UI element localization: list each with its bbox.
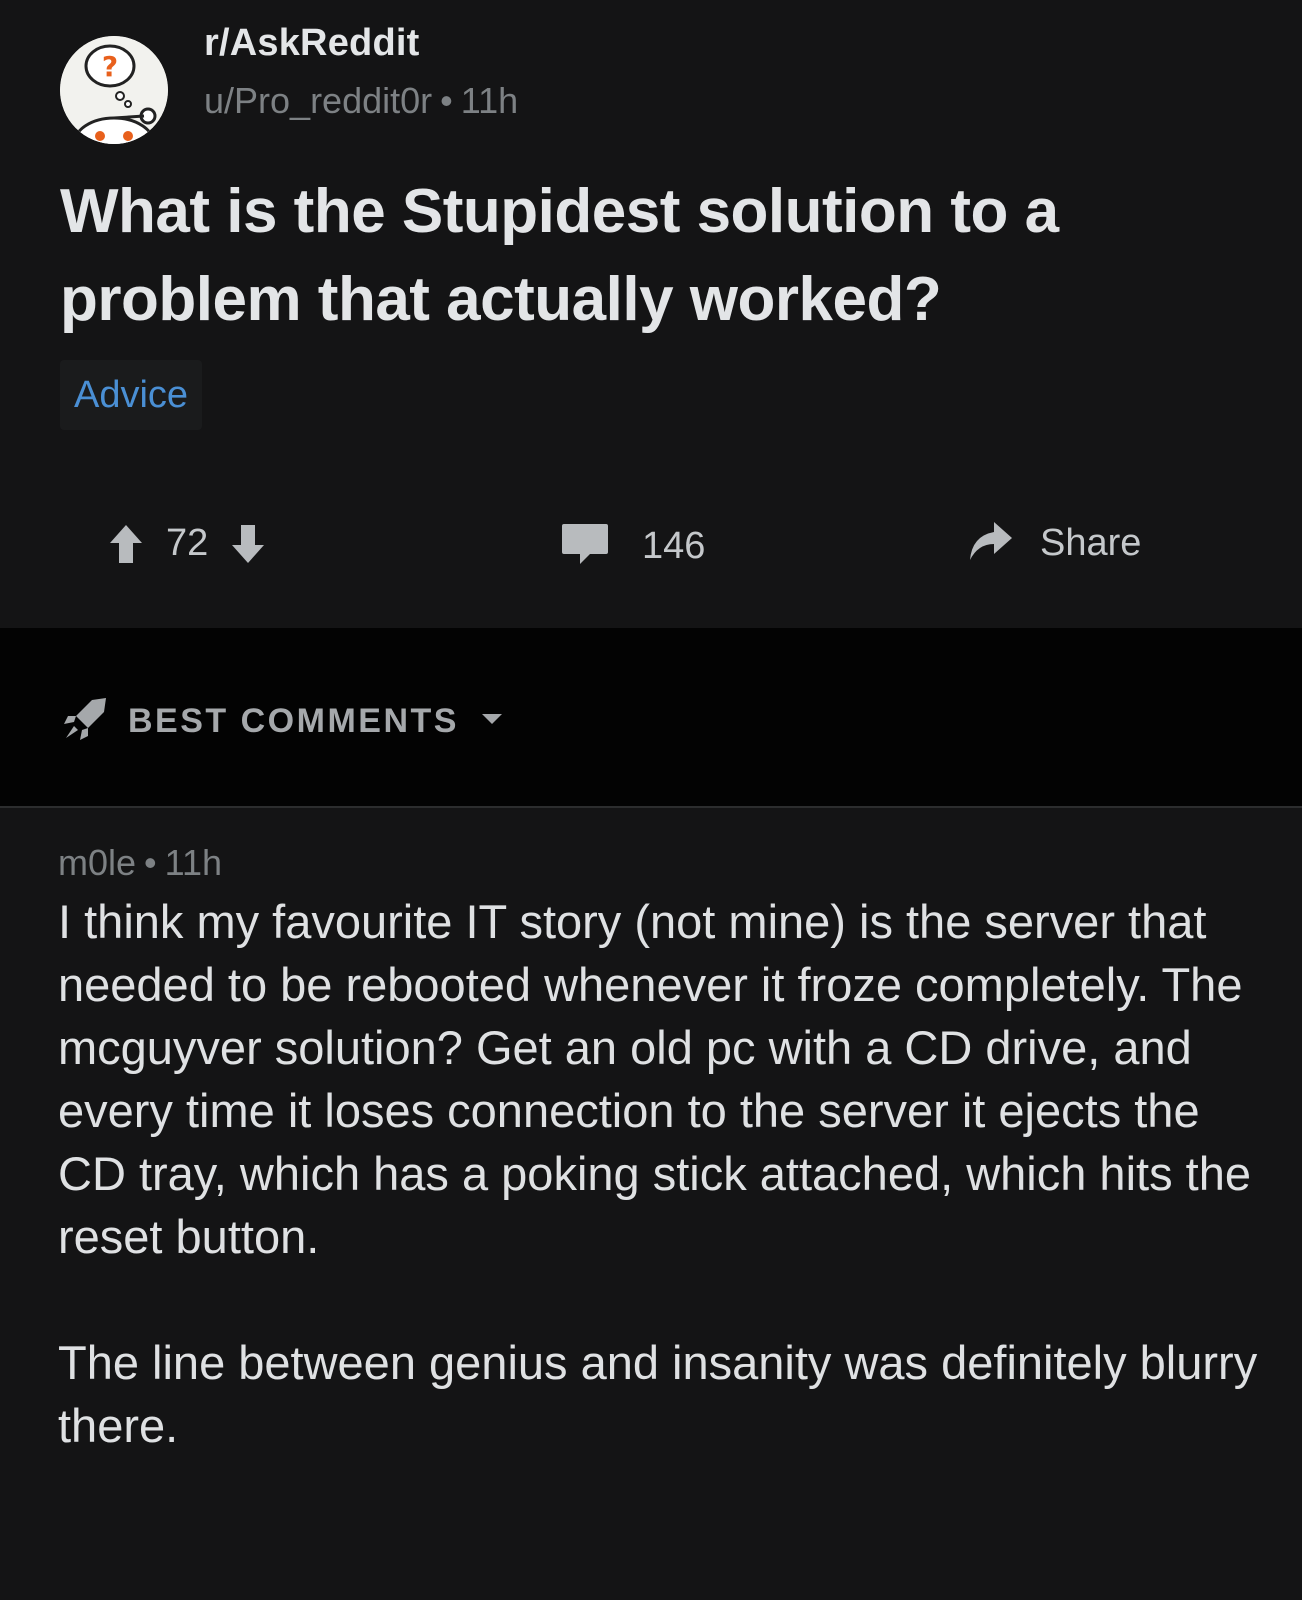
meta-separator: •	[440, 80, 453, 121]
comment-card: m0le • 11h I think my favourite IT story (…	[0, 808, 1302, 1600]
post-card: ? r/AskReddit u/Pro_reddit0r • 11h What is…	[0, 0, 1302, 628]
vote-score: 72	[166, 522, 209, 564]
comment-meta: m0le • 11h	[58, 842, 222, 884]
comment-sort-bar: BEST COMMENTS	[0, 628, 1302, 808]
post-title[interactable]: What is the Stupidest solution to a prob…	[60, 168, 1260, 344]
post-age: 11h	[460, 80, 519, 121]
comment-body: I think my favourite IT story (not mine)…	[58, 890, 1278, 1457]
comment-paragraph: The line between genius and insanity was…	[58, 1336, 1258, 1452]
speech-bubble-icon	[560, 522, 610, 571]
sort-dropdown[interactable]: BEST COMMENTS	[62, 696, 503, 747]
comment-author[interactable]: m0le	[58, 842, 136, 883]
comments-button[interactable]: 146	[560, 522, 705, 571]
share-arrow-icon	[966, 520, 1014, 567]
subreddit-name[interactable]: r/AskReddit	[204, 22, 419, 65]
caret-down-icon	[481, 712, 503, 731]
downvote-arrow-icon[interactable]	[230, 523, 266, 565]
post-author[interactable]: u/Pro_reddit0r	[204, 80, 432, 121]
post-flair[interactable]: Advice	[60, 360, 203, 430]
share-button[interactable]: Share	[966, 520, 1141, 567]
post-action-bar: 72 146 Share	[0, 510, 1302, 590]
share-label: Share	[1040, 522, 1142, 564]
comment-count: 146	[642, 525, 706, 567]
svg-text:?: ?	[102, 50, 118, 83]
subreddit-avatar-icon[interactable]: ?	[60, 36, 168, 144]
comment-paragraph: I think my favourite IT story (not mine)…	[58, 895, 1251, 1263]
vote-controls: 72	[108, 522, 266, 565]
post-meta: u/Pro_reddit0r • 11h	[204, 80, 518, 122]
rocket-icon	[62, 696, 108, 747]
comment-age: 11h	[164, 842, 223, 883]
meta-separator: •	[144, 842, 157, 883]
upvote-arrow-icon[interactable]	[108, 523, 144, 565]
sort-label: BEST COMMENTS	[128, 702, 459, 740]
